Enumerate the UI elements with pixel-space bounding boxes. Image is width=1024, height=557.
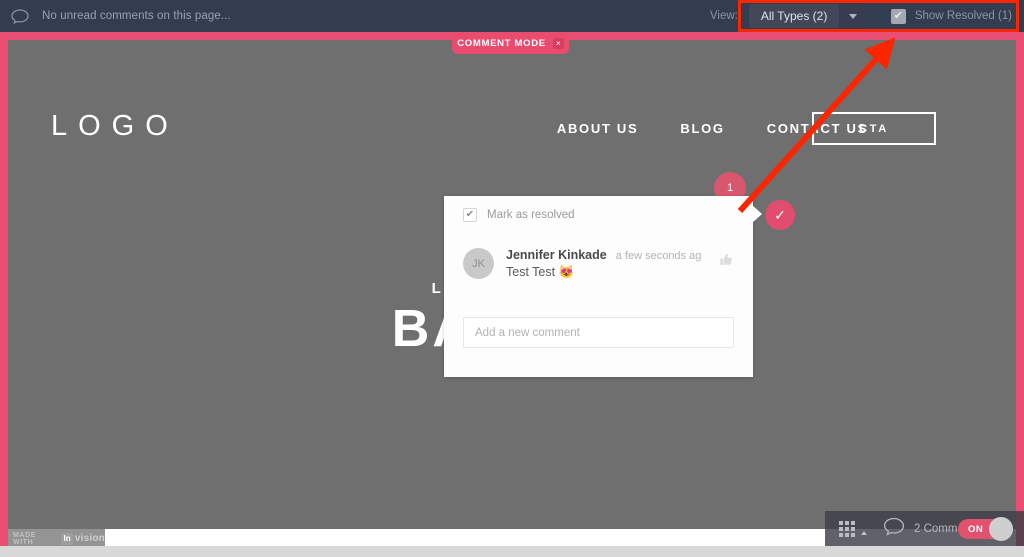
comment-mode-label: COMMENT MODE bbox=[457, 37, 546, 49]
new-comment-input[interactable]: Add a new comment bbox=[463, 317, 734, 348]
avatar: JK bbox=[463, 248, 494, 279]
comment-header: Jennifer Kinkade a few seconds ag bbox=[506, 248, 701, 262]
bottom-toolbar: 2 Comments ON bbox=[825, 511, 1024, 546]
nav-link-blog[interactable]: BLOG bbox=[680, 121, 724, 136]
toggle-state-label: ON bbox=[968, 523, 984, 535]
popup-tail bbox=[752, 205, 762, 223]
comment-marker-resolved[interactable]: ✓ bbox=[765, 200, 795, 230]
comment-popup: ✔ Mark as resolved JK Jennifer Kinkade a… bbox=[444, 196, 753, 377]
comments-on-toggle[interactable]: ON bbox=[958, 517, 1013, 541]
type-filter-value: All Types (2) bbox=[760, 9, 828, 23]
comment-body: Jennifer Kinkade a few seconds ag Test T… bbox=[506, 248, 701, 280]
invision-logo-icon: In bbox=[61, 532, 73, 545]
mark-as-resolved-label: Mark as resolved bbox=[487, 209, 575, 221]
toggle-knob[interactable] bbox=[989, 517, 1013, 541]
show-resolved-toggle[interactable]: ✔ Show Resolved (1) bbox=[890, 8, 1012, 24]
chevron-down-icon[interactable] bbox=[838, 4, 867, 28]
thumbs-up-icon[interactable] bbox=[719, 252, 734, 271]
toolbar-right-group: View: All Types (2) ✔ Show Resolved (1) bbox=[710, 0, 1024, 32]
site-logo: LOGO bbox=[51, 110, 179, 142]
mark-as-resolved-checkbox[interactable]: ✔ bbox=[463, 208, 477, 222]
comment-author: Jennifer Kinkade bbox=[506, 248, 607, 262]
viewport-bottom-strip bbox=[0, 546, 1024, 557]
show-resolved-checkbox[interactable]: ✔ bbox=[890, 8, 906, 24]
grid-icon[interactable] bbox=[839, 520, 855, 537]
unread-comments-status: No unread comments on this page... bbox=[42, 10, 231, 22]
invision-wordmark: vision bbox=[74, 533, 105, 544]
chevron-up-icon[interactable] bbox=[861, 530, 867, 535]
speech-bubble-icon bbox=[11, 8, 29, 24]
close-icon[interactable]: × bbox=[552, 37, 564, 49]
nav-link-about-us[interactable]: ABOUT US bbox=[557, 121, 639, 136]
mark-as-resolved-row[interactable]: ✔ Mark as resolved bbox=[444, 196, 753, 222]
screen-root: No unread comments on this page... View:… bbox=[0, 0, 1024, 557]
invision-made-with-label: MADE WITH bbox=[13, 531, 37, 546]
cta-button-label: CTA bbox=[859, 122, 889, 135]
view-label: View: bbox=[709, 10, 738, 22]
type-filter-dropdown[interactable]: All Types (2) bbox=[748, 4, 867, 28]
cta-button[interactable]: CTA bbox=[812, 112, 936, 145]
comment-text: Test Test 😻 bbox=[506, 265, 575, 279]
speech-bubble-icon[interactable] bbox=[883, 517, 905, 541]
comment-toolbar: No unread comments on this page... View:… bbox=[0, 0, 1024, 32]
new-comment-placeholder: Add a new comment bbox=[475, 326, 580, 339]
comment-timestamp: a few seconds ag bbox=[615, 250, 702, 262]
comment-item: JK Jennifer Kinkade a few seconds ag Tes… bbox=[444, 222, 753, 280]
comment-mode-badge: COMMENT MODE × bbox=[452, 32, 569, 54]
show-resolved-label: Show Resolved (1) bbox=[914, 10, 1012, 22]
toolbar-left-group: No unread comments on this page... bbox=[0, 8, 231, 24]
